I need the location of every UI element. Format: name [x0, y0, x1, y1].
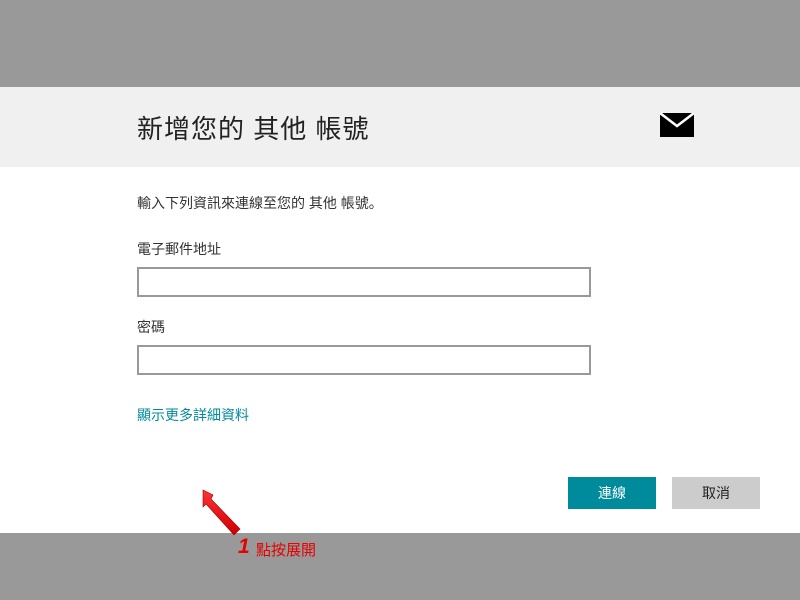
cancel-button[interactable]: 取消: [672, 477, 760, 509]
email-label: 電子郵件地址: [137, 239, 760, 259]
dialog-header: 新增您的 其他 帳號: [0, 87, 800, 167]
connect-button[interactable]: 連線: [568, 477, 656, 509]
instruction-text: 輸入下列資訊來連線至您的 其他 帳號。: [137, 193, 760, 213]
annotation-number: 1: [238, 535, 250, 559]
dialog-content: 輸入下列資訊來連線至您的 其他 帳號。 電子郵件地址 密碼 顯示更多詳細資料: [0, 167, 800, 425]
annotation-text: 點按展開: [256, 539, 316, 560]
email-input[interactable]: [137, 267, 591, 297]
arrow-icon: [200, 487, 260, 547]
dialog-buttons: 連線 取消: [568, 477, 760, 509]
add-account-dialog: 新增您的 其他 帳號 輸入下列資訊來連線至您的 其他 帳號。 電子郵件地址 密碼…: [0, 87, 800, 533]
dialog-title: 新增您的 其他 帳號: [137, 109, 369, 146]
password-label: 密碼: [137, 317, 760, 337]
password-input[interactable]: [137, 345, 591, 375]
email-field-group: 電子郵件地址: [137, 239, 760, 297]
show-more-link[interactable]: 顯示更多詳細資料: [137, 405, 249, 425]
mail-icon: [660, 113, 694, 142]
password-field-group: 密碼: [137, 317, 760, 375]
